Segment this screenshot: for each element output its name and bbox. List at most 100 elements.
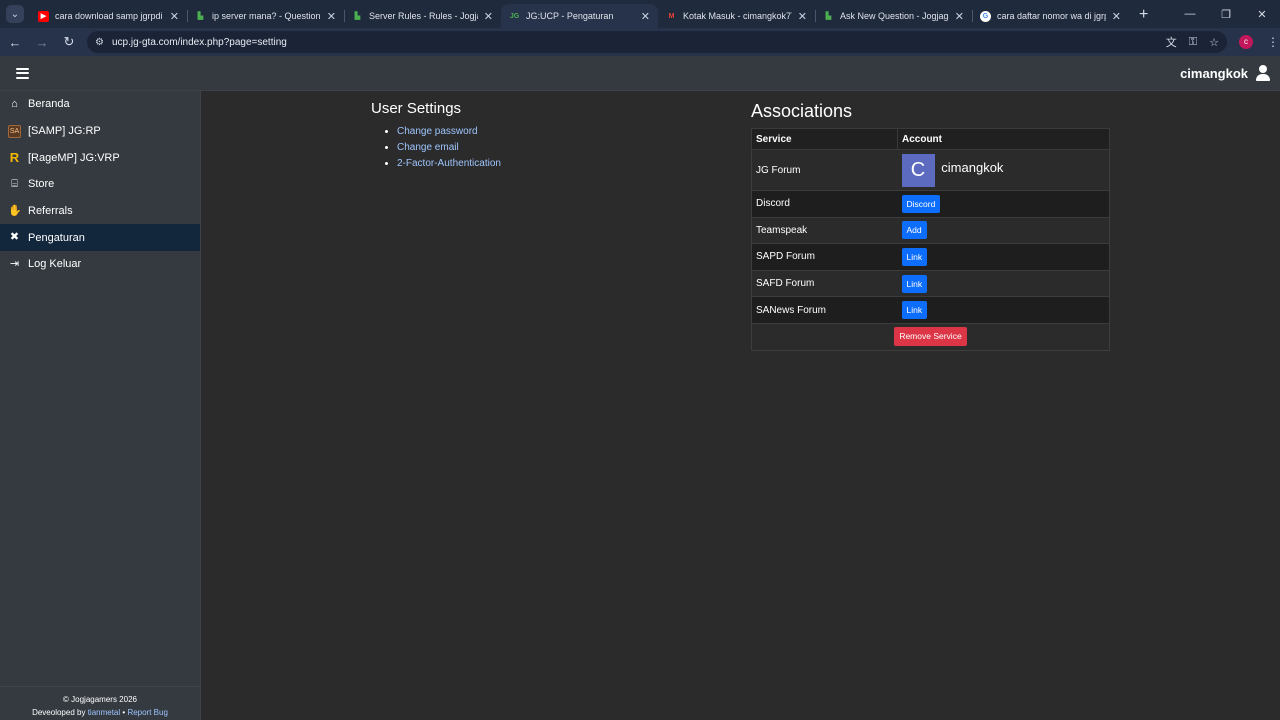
service-cell: SANews Forum: [751, 296, 898, 324]
account-cell: C cimangkok: [897, 149, 1110, 191]
samp-icon: SA: [8, 124, 21, 138]
ragemp-icon: R: [9, 150, 20, 166]
account-cell: Discord: [897, 190, 1110, 218]
sidebar-item-label: [RageMP] JG:VRP: [28, 151, 120, 164]
hamburger-menu-icon[interactable]: [16, 67, 29, 79]
gmail-icon: M: [668, 12, 675, 20]
sidebar-item-beranda[interactable]: ⌂ Beranda: [0, 91, 200, 118]
service-cell: Discord: [751, 190, 898, 218]
report-bug-link[interactable]: Report Bug: [127, 708, 167, 717]
sidebar-item-label: Referrals: [28, 205, 73, 218]
forward-icon[interactable]: →: [30, 35, 54, 50]
browser-tabstrip: ⌄ ▶ cara download samp jgrpdi pc ✕ ▙ ip …: [0, 0, 1280, 28]
sidebar-item-samp[interactable]: SA [SAMP] JG:RP: [0, 118, 200, 145]
url-text[interactable]: ucp.jg-gta.com/index.php?page=setting: [112, 37, 1166, 48]
bookmark-star-icon[interactable]: ☆: [1209, 36, 1219, 49]
account-cell: Link: [897, 269, 1110, 297]
store-icon: ⌸: [11, 177, 18, 190]
table-row: SANews Forum Link: [751, 296, 1110, 324]
jg-ucp-icon: JG: [509, 12, 520, 20]
close-icon[interactable]: ✕: [641, 10, 650, 23]
teamspeak-add-button[interactable]: Add: [901, 221, 927, 240]
change-password-link[interactable]: Change password: [397, 126, 478, 137]
sapd-link-button[interactable]: Link: [901, 247, 928, 266]
browser-tab[interactable]: ▶ cara download samp jgrpdi pc ✕: [30, 4, 187, 28]
back-icon[interactable]: ←: [3, 35, 27, 50]
sanews-link-button[interactable]: Link: [901, 301, 928, 320]
browser-tab[interactable]: G cara daftar nomor wa di jgrp - ✕: [972, 4, 1129, 28]
close-icon[interactable]: ✕: [170, 10, 179, 23]
browser-toolbar: ← → ↻ ⚙ ucp.jg-gta.com/index.php?page=se…: [0, 28, 1280, 56]
developer-link[interactable]: tianmetal: [88, 708, 120, 717]
sidebar-item-store[interactable]: ⌸ Store: [0, 171, 200, 198]
account-cell: Link: [897, 243, 1110, 271]
remove-service-button[interactable]: Remove Service: [894, 327, 967, 347]
close-icon[interactable]: ✕: [955, 10, 964, 23]
sidebar-item-pengaturan[interactable]: ✖ Pengaturan: [0, 224, 200, 252]
browser-tab[interactable]: ▙ Server Rules - Rules - Jogjagam ✕: [344, 4, 501, 28]
list-item: 2-Factor-Authentication: [397, 156, 501, 172]
tab-title: cara daftar nomor wa di jgrp -: [997, 11, 1106, 21]
site-info-icon[interactable]: ⚙: [95, 37, 104, 48]
address-bar[interactable]: ⚙ ucp.jg-gta.com/index.php?page=setting …: [87, 31, 1227, 53]
profile-avatar[interactable]: c: [1239, 35, 1253, 49]
close-icon[interactable]: ✕: [1112, 10, 1121, 23]
close-icon[interactable]: ✕: [327, 10, 336, 23]
jg-forum-icon: ▙: [354, 12, 361, 20]
account-cell: Link: [897, 296, 1110, 324]
sidebar-item-label: Pengaturan: [28, 231, 85, 244]
user-settings-section: User Settings Change password Change ema…: [371, 100, 501, 172]
table-row: SAFD Forum Link: [751, 269, 1110, 297]
tab-title: Server Rules - Rules - Jogjagam: [369, 11, 478, 21]
browser-tab[interactable]: ▙ Ask New Question - Jogjagame ✕: [815, 4, 972, 28]
sidebar-item-label: [SAMP] JG:RP: [28, 125, 101, 138]
service-cell: JG Forum: [751, 149, 898, 191]
associations-section: Associations Service Account JG Forum C …: [751, 101, 1110, 351]
account-name: cimangkok: [941, 159, 1004, 175]
sidebar-item-logout[interactable]: ⇥ Log Keluar: [0, 251, 200, 278]
table-row: Teamspeak Add: [751, 216, 1110, 244]
discord-button[interactable]: Discord: [901, 194, 941, 213]
browser-tab-active[interactable]: JG JG:UCP - Pengaturan ✕: [501, 4, 658, 28]
tab-title: JG:UCP - Pengaturan: [526, 11, 614, 21]
tab-title: cara download samp jgrpdi pc: [55, 11, 164, 21]
service-cell: SAFD Forum: [751, 269, 898, 297]
header-username[interactable]: cimangkok: [1180, 66, 1248, 81]
avatar: C: [901, 153, 935, 187]
two-factor-auth-link[interactable]: 2-Factor-Authentication: [397, 158, 501, 169]
sidebar-item-label: Log Keluar: [28, 258, 82, 271]
youtube-icon: ▶: [38, 10, 49, 22]
sidebar-item-ragemp[interactable]: R [RageMP] JG:VRP: [0, 144, 200, 171]
logout-icon: ⇥: [9, 257, 20, 270]
browser-tab[interactable]: M Kotak Masuk - cimangkok77@ ✕: [658, 4, 815, 28]
close-icon[interactable]: ✕: [484, 10, 493, 23]
window-controls: — ❐ ✕: [1172, 0, 1280, 28]
developed-by-text: Deveoloped by: [32, 708, 86, 717]
table-row: JG Forum C cimangkok: [751, 149, 1110, 191]
change-email-link[interactable]: Change email: [397, 142, 459, 153]
list-item: Change password: [397, 124, 501, 140]
handshake-icon: ✋: [8, 204, 22, 217]
minimize-icon[interactable]: —: [1172, 8, 1208, 20]
new-tab-icon[interactable]: +: [1139, 6, 1148, 24]
browser-tab[interactable]: ▙ ip server mana? - Question & A ✕: [187, 4, 344, 28]
footer-separator: •: [122, 708, 126, 717]
tab-search-button[interactable]: ⌄: [6, 5, 24, 23]
google-icon: G: [980, 10, 991, 22]
window-close-icon[interactable]: ✕: [1244, 8, 1280, 21]
sidebar-item-referrals[interactable]: ✋ Referrals: [0, 198, 200, 225]
copyright-text: © Jogjagamers 2026: [63, 695, 137, 704]
reload-icon[interactable]: ↻: [57, 34, 81, 50]
table-header-row: Service Account: [751, 128, 1110, 150]
sidebar: ⌂ Beranda SA [SAMP] JG:RP R [RageMP] JG:…: [0, 91, 201, 720]
associations-title: Associations: [751, 101, 853, 121]
translate-icon[interactable]: 文: [1166, 34, 1177, 50]
close-icon[interactable]: ✕: [798, 10, 807, 23]
restore-icon[interactable]: ❐: [1208, 8, 1244, 21]
user-icon[interactable]: [1256, 65, 1270, 81]
key-icon[interactable]: ⚿: [1189, 36, 1197, 49]
account-cell: Add: [897, 216, 1110, 244]
safd-link-button[interactable]: Link: [901, 274, 928, 293]
service-cell: SAPD Forum: [751, 243, 898, 271]
menu-kebab-icon[interactable]: ⋮: [1267, 35, 1279, 49]
